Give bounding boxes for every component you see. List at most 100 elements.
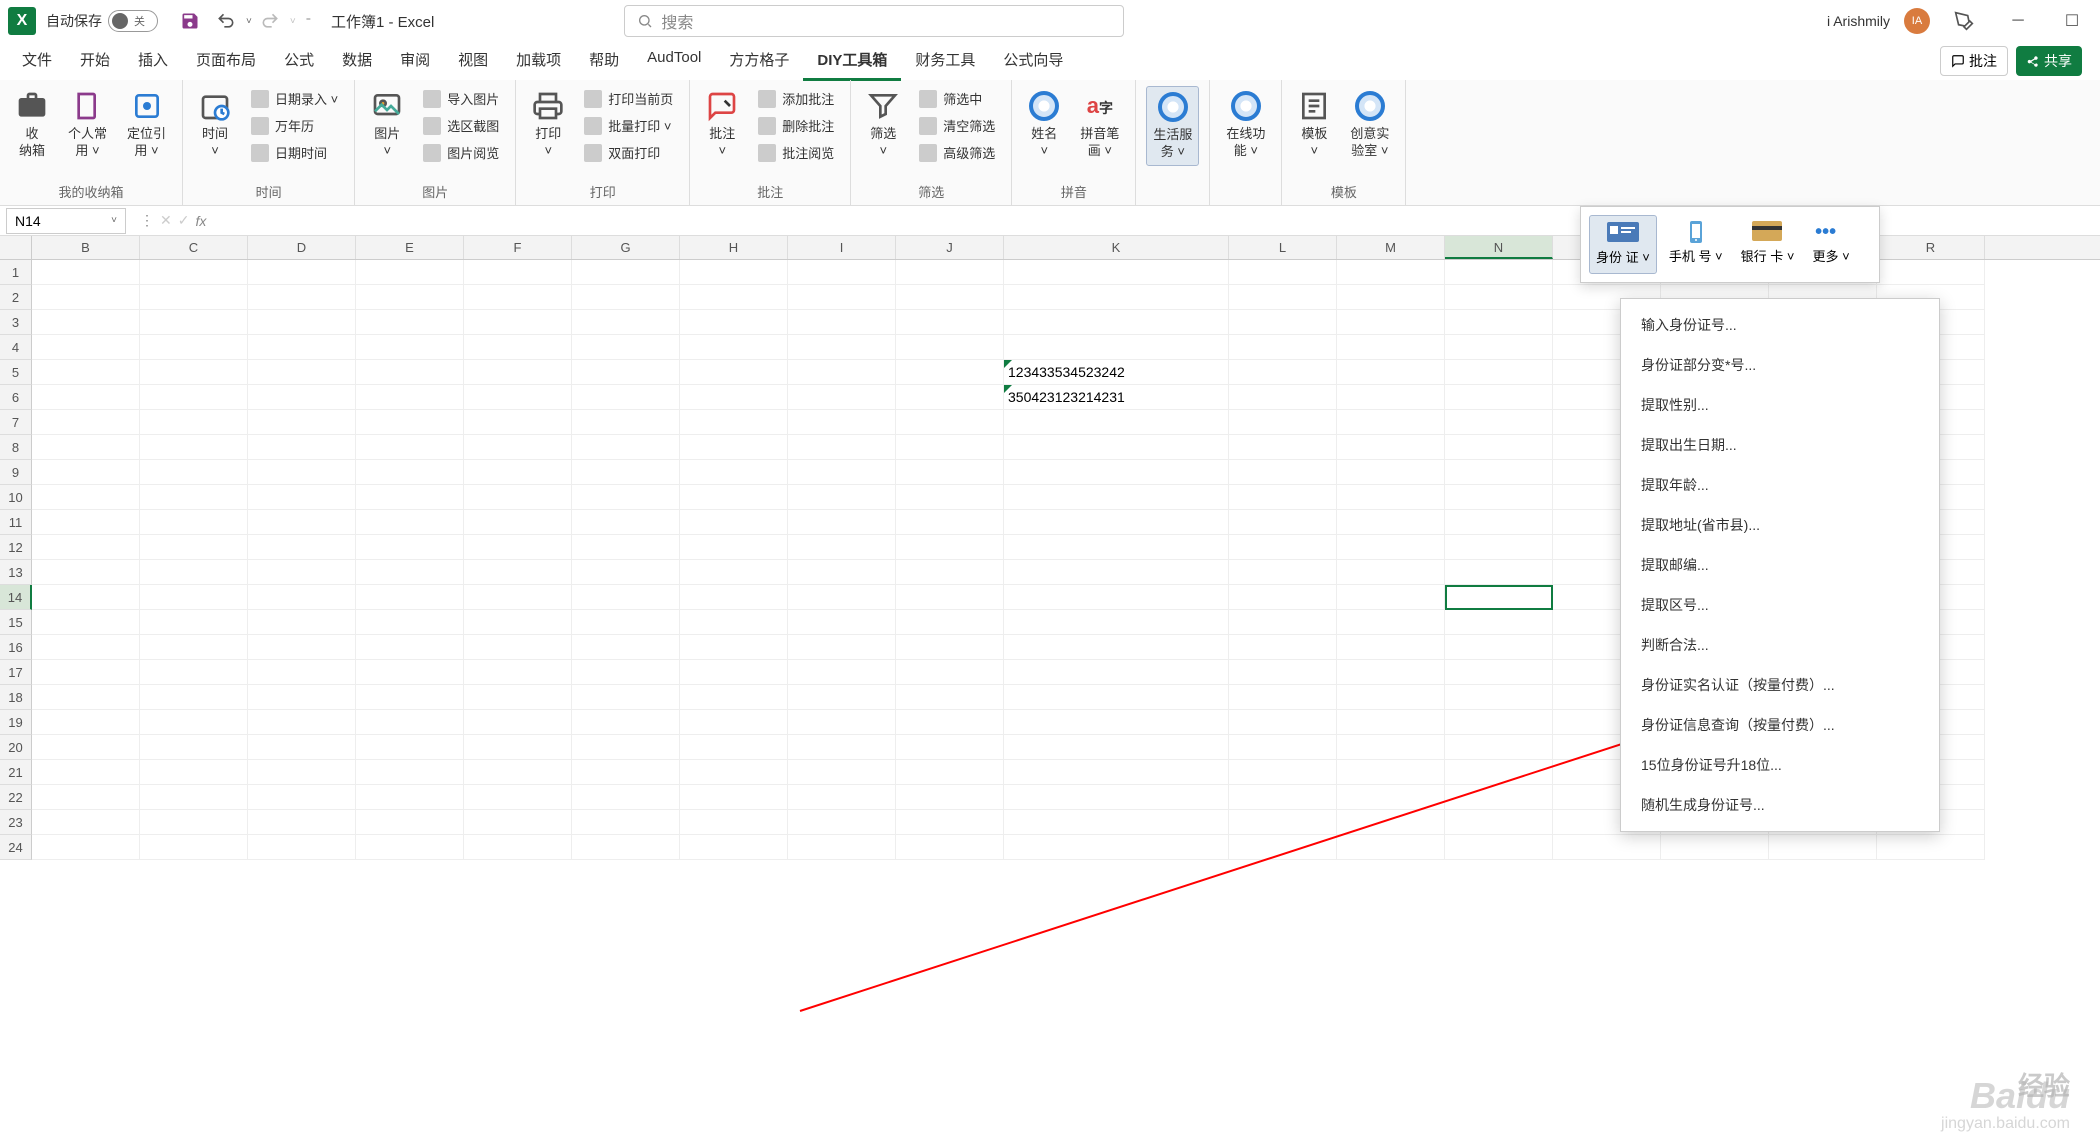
cell-B10[interactable] [32,485,140,510]
cell-B24[interactable] [32,835,140,860]
cell-B5[interactable] [32,360,140,385]
cell-L6[interactable] [1229,385,1337,410]
cell-M14[interactable] [1337,585,1445,610]
tab-10[interactable]: AudTool [633,41,715,81]
cell-D23[interactable] [248,810,356,835]
row-header-3[interactable]: 3 [0,310,32,335]
undo-dropdown[interactable]: ˅ [246,16,252,27]
cell-J13[interactable] [896,560,1004,585]
cell-N13[interactable] [1445,560,1553,585]
cell-D11[interactable] [248,510,356,535]
cell-C4[interactable] [140,335,248,360]
cell-N3[interactable] [1445,310,1553,335]
cell-K15[interactable] [1004,610,1229,635]
cell-B12[interactable] [32,535,140,560]
cell-I13[interactable] [788,560,896,585]
cell-D19[interactable] [248,710,356,735]
cell-I19[interactable] [788,710,896,735]
cell-N23[interactable] [1445,810,1553,835]
cell-R1[interactable] [1877,260,1985,285]
cell-E22[interactable] [356,785,464,810]
cell-K7[interactable] [1004,410,1229,435]
cell-F24[interactable] [464,835,572,860]
cell-G21[interactable] [572,760,680,785]
cell-H12[interactable] [680,535,788,560]
cell-I23[interactable] [788,810,896,835]
cell-K4[interactable] [1004,335,1229,360]
cell-I3[interactable] [788,310,896,335]
cell-C15[interactable] [140,610,248,635]
col-header-I[interactable]: I [788,236,896,259]
sub-ribbon-1[interactable]: 手机 号 ˅ [1663,215,1729,274]
cell-G24[interactable] [572,835,680,860]
cell-N2[interactable] [1445,285,1553,310]
cell-L3[interactable] [1229,310,1337,335]
ribbon-btn-4-0[interactable]: 批注 ˅ [700,86,744,164]
cell-E14[interactable] [356,585,464,610]
tab-1[interactable]: 开始 [66,41,124,81]
cell-E8[interactable] [356,435,464,460]
col-header-D[interactable]: D [248,236,356,259]
cell-L14[interactable] [1229,585,1337,610]
menu-item-9[interactable]: 身份证实名认证（按量付费）... [1621,665,1939,705]
cell-J1[interactable] [896,260,1004,285]
cell-G23[interactable] [572,810,680,835]
sub-ribbon-3[interactable]: •••更多 ˅ [1806,215,1855,274]
cell-B23[interactable] [32,810,140,835]
cell-C16[interactable] [140,635,248,660]
cell-M7[interactable] [1337,410,1445,435]
cell-G14[interactable] [572,585,680,610]
cell-C13[interactable] [140,560,248,585]
tab-6[interactable]: 审阅 [386,41,444,81]
cell-J24[interactable] [896,835,1004,860]
cell-J18[interactable] [896,685,1004,710]
ribbon-small-2-2[interactable]: 图片阅览 [417,140,505,165]
cell-F23[interactable] [464,810,572,835]
cell-I8[interactable] [788,435,896,460]
cell-G19[interactable] [572,710,680,735]
cell-K14[interactable] [1004,585,1229,610]
cell-F19[interactable] [464,710,572,735]
row-header-10[interactable]: 10 [0,485,32,510]
ribbon-btn-3-0[interactable]: 打印 ˅ [526,86,570,164]
cell-D7[interactable] [248,410,356,435]
cell-B3[interactable] [32,310,140,335]
row-header-14[interactable]: 14 [0,585,32,610]
cell-D2[interactable] [248,285,356,310]
cell-N24[interactable] [1445,835,1553,860]
cell-C10[interactable] [140,485,248,510]
row-header-20[interactable]: 20 [0,735,32,760]
cell-M16[interactable] [1337,635,1445,660]
col-header-M[interactable]: M [1337,236,1445,259]
row-header-18[interactable]: 18 [0,685,32,710]
cell-N15[interactable] [1445,610,1553,635]
cell-K23[interactable] [1004,810,1229,835]
cell-G13[interactable] [572,560,680,585]
cell-H17[interactable] [680,660,788,685]
cell-C14[interactable] [140,585,248,610]
tab-2[interactable]: 插入 [124,41,182,81]
cell-E1[interactable] [356,260,464,285]
cell-D10[interactable] [248,485,356,510]
col-header-N[interactable]: N [1445,236,1553,259]
cell-P24[interactable] [1661,835,1769,860]
cell-H21[interactable] [680,760,788,785]
cell-E24[interactable] [356,835,464,860]
cell-G17[interactable] [572,660,680,685]
cell-C11[interactable] [140,510,248,535]
cell-D1[interactable] [248,260,356,285]
cell-E21[interactable] [356,760,464,785]
cell-K16[interactable] [1004,635,1229,660]
cell-D16[interactable] [248,635,356,660]
cell-C22[interactable] [140,785,248,810]
cell-J20[interactable] [896,735,1004,760]
sub-ribbon-0[interactable]: 身份 证 ˅ [1589,215,1657,274]
cell-B19[interactable] [32,710,140,735]
cell-J21[interactable] [896,760,1004,785]
cell-F20[interactable] [464,735,572,760]
cell-N7[interactable] [1445,410,1553,435]
ribbon-btn-9-1[interactable]: 创意实 验室 ˅ [1344,86,1395,164]
cell-H7[interactable] [680,410,788,435]
cell-D14[interactable] [248,585,356,610]
cell-B21[interactable] [32,760,140,785]
